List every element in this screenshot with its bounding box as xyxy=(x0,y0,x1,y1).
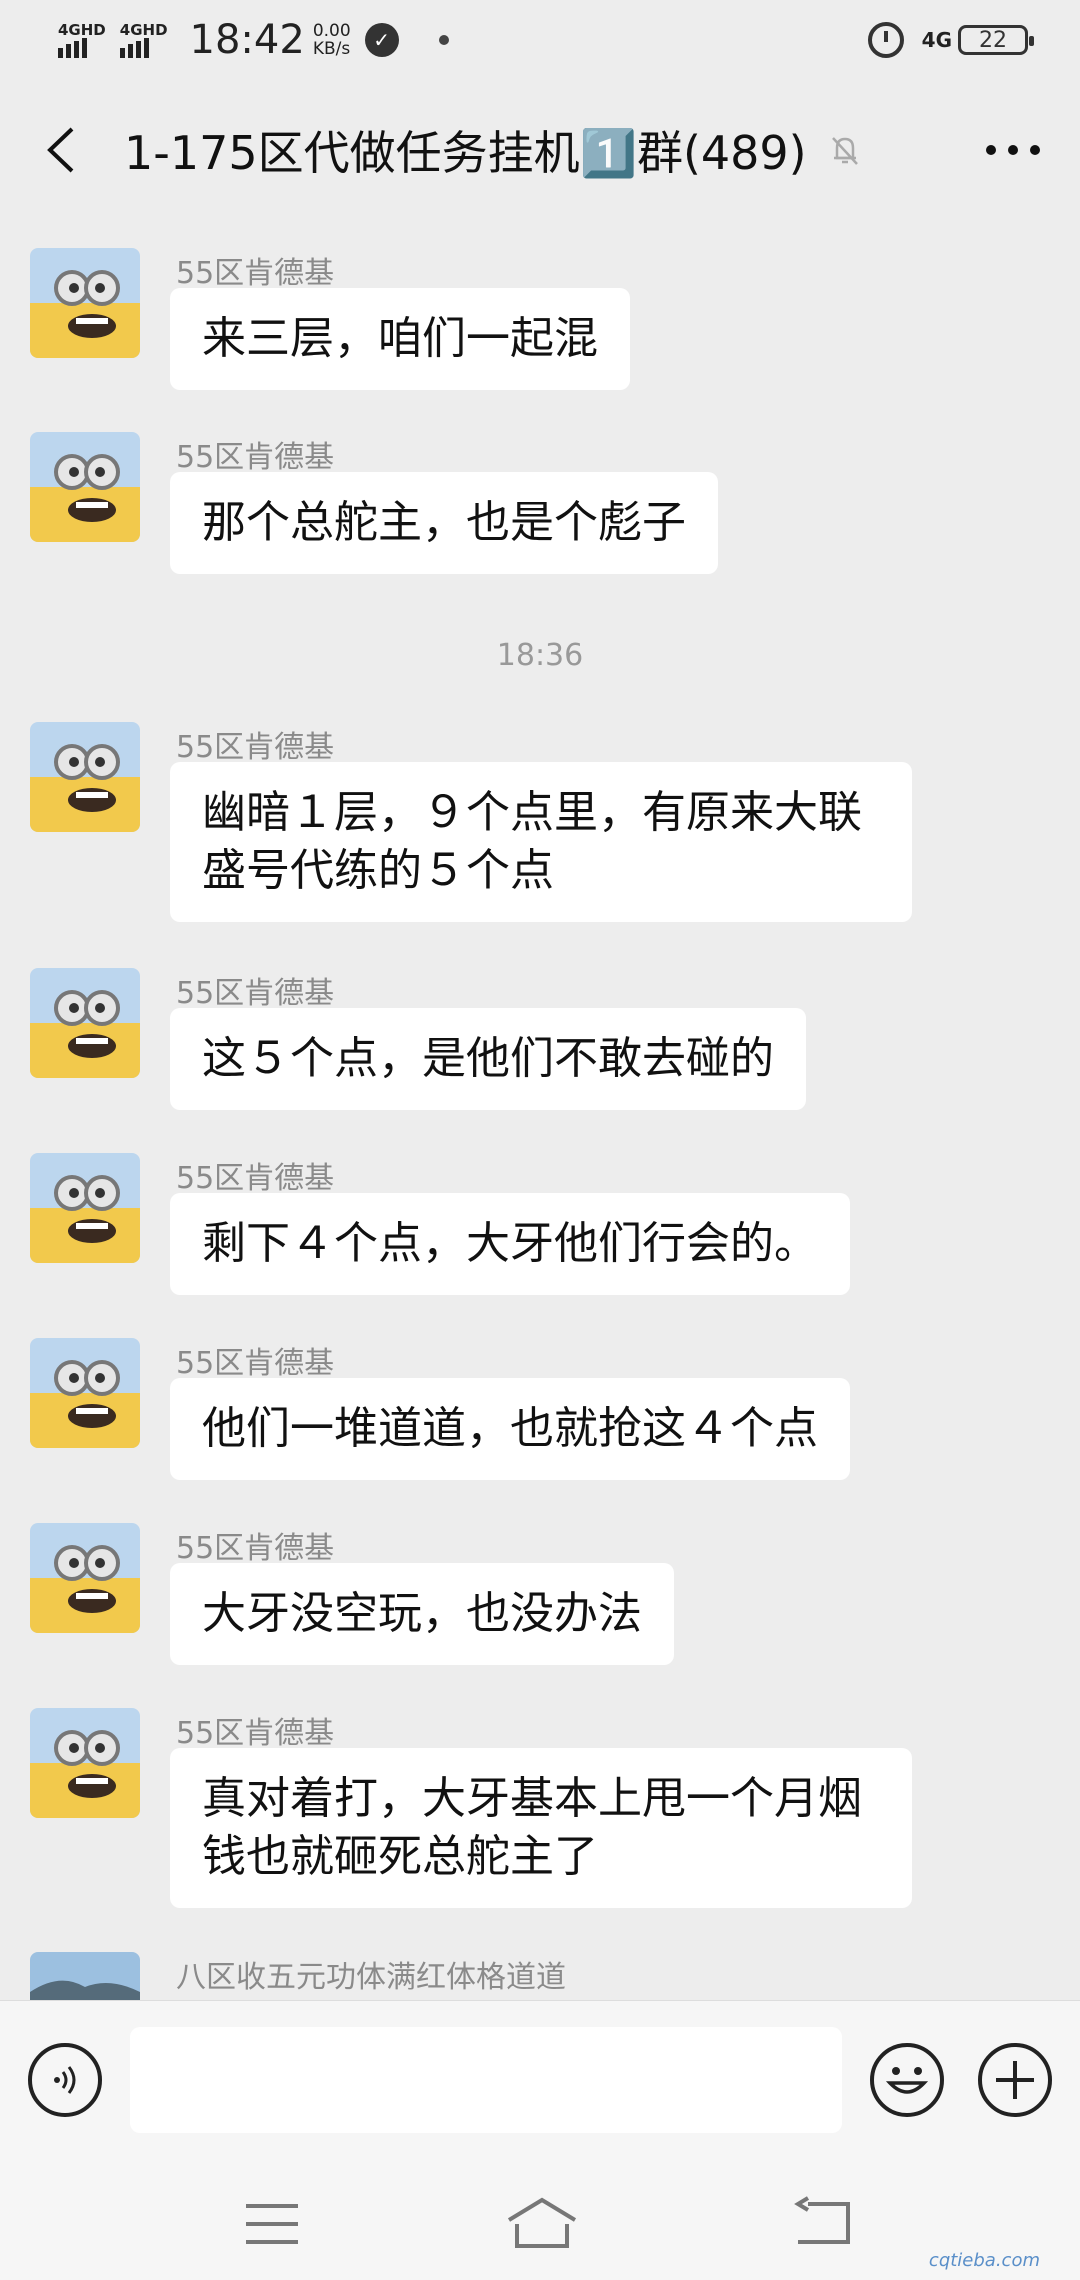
avatar[interactable] xyxy=(30,1338,140,1448)
avatar[interactable] xyxy=(30,248,140,358)
signal-icon-sim2: 4GHD xyxy=(119,22,168,58)
more-functions-button[interactable] xyxy=(978,2043,1052,2117)
sender-name: 55区肯德基 xyxy=(176,440,335,475)
sender-name: 55区肯德基 xyxy=(176,1531,335,1566)
status-bar: 4GHD 4GHD 18:42 0.00 KB/s ✓ 4G 22 xyxy=(0,0,1080,80)
signal-icon-sim1: 4GHD xyxy=(58,22,106,58)
network-speed: 0.00 KB/s xyxy=(312,21,351,59)
message-bubble[interactable]: 幽暗１层，９个点里，有原来大联盛号代练的５个点 xyxy=(170,762,912,922)
home-icon[interactable] xyxy=(505,2196,579,2250)
bell-muted-icon xyxy=(831,137,858,165)
chat-title: 1-175区代做任务挂机1️⃣群(489) xyxy=(124,126,807,180)
clock: 18:42 xyxy=(189,17,305,63)
avatar[interactable] xyxy=(30,722,140,832)
avatar[interactable] xyxy=(30,1153,140,1263)
sender-name: 55区肯德基 xyxy=(176,976,335,1011)
plus-icon xyxy=(996,2061,1034,2099)
dot-icon xyxy=(1008,145,1018,155)
watermark: cqtieba.com xyxy=(928,2250,1040,2271)
sender-name: 55区肯德基 xyxy=(176,730,335,765)
avatar[interactable] xyxy=(30,432,140,542)
message-bubble[interactable]: 那个总舵主，也是个彪子 xyxy=(170,472,718,574)
sender-name: 55区肯德基 xyxy=(176,1346,335,1381)
menu-icon[interactable] xyxy=(244,2202,300,2246)
avatar[interactable] xyxy=(30,968,140,1078)
message-timestamp: 18:36 xyxy=(496,638,584,673)
battery-icon: 22 xyxy=(958,25,1034,55)
message-bubble[interactable]: 他们一堆道道，也就抢这４个点 xyxy=(170,1378,850,1480)
sender-name: 55区肯德基 xyxy=(176,1716,335,1751)
emoji-button[interactable] xyxy=(870,2043,944,2117)
sender-name: 55区肯德基 xyxy=(176,256,335,291)
message-item: 八区收五元功体满红体格道道 xyxy=(30,1952,1030,2000)
chevron-left-icon xyxy=(47,127,74,173)
dot-icon xyxy=(1030,145,1040,155)
sender-name: 55区肯德基 xyxy=(176,1161,335,1196)
message-bubble[interactable]: 大牙没空玩，也没办法 xyxy=(170,1563,674,1665)
battery-level: 22 xyxy=(979,27,1007,53)
chat-header: 1-175区代做任务挂机1️⃣群(489) xyxy=(0,80,1080,220)
back-nav-icon[interactable] xyxy=(794,2196,852,2248)
network-type: 4G xyxy=(921,28,952,52)
message-bubble[interactable]: 来三层，咱们一起混 xyxy=(170,288,630,390)
notification-dot-icon xyxy=(438,35,449,45)
avatar[interactable] xyxy=(30,1952,140,2000)
voice-icon xyxy=(54,2066,76,2094)
smiley-icon xyxy=(885,2067,929,2094)
back-button[interactable] xyxy=(30,120,90,180)
message-bubble[interactable]: 剩下４个点，大牙他们行会的。 xyxy=(170,1193,850,1295)
message-bubble[interactable]: 这５个点，是他们不敢去碰的 xyxy=(170,1008,806,1110)
more-options-button[interactable] xyxy=(986,145,1040,155)
message-bubble[interactable]: 真对着打，大牙基本上甩一个月烟钱也就砸死总舵主了 xyxy=(170,1748,912,1908)
voice-input-button[interactable] xyxy=(28,2043,102,2117)
avatar[interactable] xyxy=(30,1523,140,1633)
message-input[interactable] xyxy=(130,2027,842,2133)
notification-icon: ✓ xyxy=(364,23,399,57)
alarm-icon xyxy=(867,22,904,58)
dot-icon xyxy=(986,145,996,155)
avatar[interactable] xyxy=(30,1708,140,1818)
message-input-bar xyxy=(0,2000,1080,2170)
system-nav-bar xyxy=(0,2170,1080,2280)
sender-name: 八区收五元功体满红体格道道 xyxy=(176,1960,566,1995)
